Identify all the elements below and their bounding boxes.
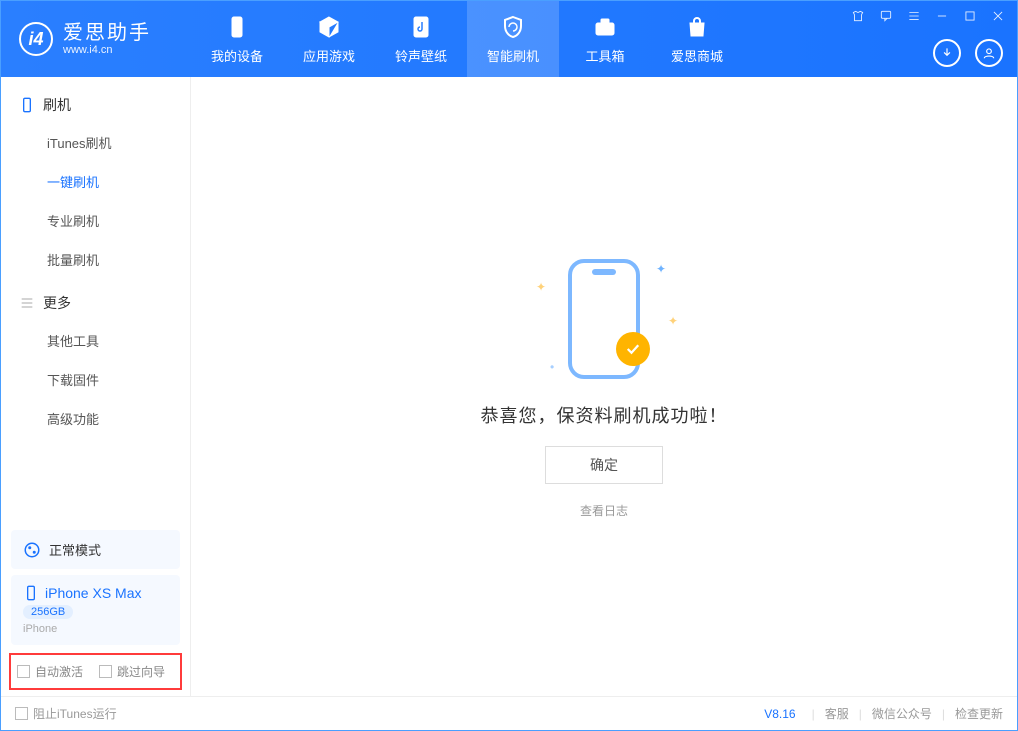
sparkle-icon: ✦ [536, 280, 546, 294]
cube-icon [316, 14, 342, 40]
app-logo: i4 爱思助手 www.i4.cn [1, 22, 191, 56]
checkbox-skip-guide[interactable]: 跳过向导 [99, 663, 165, 680]
sidebar: 刷机 iTunes刷机 一键刷机 专业刷机 批量刷机 更多 其他工具 下载固件 … [1, 77, 191, 696]
device-name-text: iPhone XS Max [45, 585, 142, 601]
phone-icon [224, 14, 250, 40]
nav-label: 爱思商城 [671, 46, 723, 65]
download-button[interactable] [933, 39, 961, 67]
sidebar-title: 刷机 [43, 95, 71, 115]
title-bar: i4 爱思助手 www.i4.cn 我的设备 应用游戏 铃声壁纸 智能刷机 工具… [1, 1, 1017, 77]
checkbox-label: 自动激活 [35, 663, 83, 680]
music-file-icon [408, 14, 434, 40]
sparkle-icon: ✦ [668, 314, 678, 328]
sidebar-item-download-firmware[interactable]: 下载固件 [1, 360, 190, 399]
sidebar-head-more: 更多 [1, 285, 190, 321]
menu-icon[interactable] [905, 7, 923, 25]
sparkle-icon: ✦ [656, 262, 666, 276]
nav-apps[interactable]: 应用游戏 [283, 1, 375, 77]
highlighted-checkbox-row: 自动激活 跳过向导 [9, 653, 182, 690]
ok-button[interactable]: 确定 [545, 446, 663, 484]
device-icon [23, 585, 39, 601]
footer-link-wechat[interactable]: 微信公众号 [872, 705, 932, 722]
account-button[interactable] [975, 39, 1003, 67]
maximize-icon[interactable] [961, 7, 979, 25]
window-controls [849, 7, 1007, 25]
shield-refresh-icon [500, 14, 526, 40]
minimize-icon[interactable] [933, 7, 951, 25]
nav-label: 工具箱 [585, 46, 624, 65]
view-log-link[interactable]: 查看日志 [580, 502, 628, 519]
version-label: V8.16 [764, 707, 795, 721]
sidebar-item-other-tools[interactable]: 其他工具 [1, 321, 190, 360]
close-icon[interactable] [989, 7, 1007, 25]
toolbox-icon [592, 14, 618, 40]
shirt-icon[interactable] [849, 7, 867, 25]
device-card[interactable]: iPhone XS Max 256GB iPhone [11, 575, 180, 645]
footer-link-update[interactable]: 检查更新 [955, 705, 1003, 722]
nav-label: 铃声壁纸 [395, 46, 447, 65]
nav-my-device[interactable]: 我的设备 [191, 1, 283, 77]
nav-toolbox[interactable]: 工具箱 [559, 1, 651, 77]
success-illustration: ✦ ✦ ✦ • [524, 254, 684, 384]
nav-label: 智能刷机 [487, 46, 539, 65]
sidebar-section-more: 更多 其他工具 下载固件 高级功能 [1, 285, 190, 438]
phone-outline-icon [19, 97, 35, 113]
mode-label: 正常模式 [49, 540, 101, 559]
checkbox-label: 跳过向导 [117, 663, 165, 680]
main-nav: 我的设备 应用游戏 铃声壁纸 智能刷机 工具箱 爱思商城 [191, 1, 743, 77]
sidebar-item-advanced[interactable]: 高级功能 [1, 399, 190, 438]
nav-flash[interactable]: 智能刷机 [467, 1, 559, 77]
nav-store[interactable]: 爱思商城 [651, 1, 743, 77]
checkbox-icon [17, 665, 30, 678]
mode-icon [23, 541, 41, 559]
nav-label: 应用游戏 [303, 46, 355, 65]
check-badge-icon [616, 332, 650, 366]
checkbox-label: 阻止iTunes运行 [33, 705, 117, 722]
sidebar-item-pro-flash[interactable]: 专业刷机 [1, 201, 190, 240]
main-content: ✦ ✦ ✦ • 恭喜您，保资料刷机成功啦！ 确定 查看日志 [191, 77, 1017, 696]
header-actions [933, 39, 1003, 67]
status-bar: 阻止iTunes运行 V8.16 | 客服 | 微信公众号 | 检查更新 [1, 696, 1017, 730]
device-type: iPhone [23, 623, 168, 635]
checkbox-icon [15, 707, 28, 720]
logo-icon: i4 [19, 22, 53, 56]
sidebar-title: 更多 [43, 293, 71, 313]
sidebar-item-itunes-flash[interactable]: iTunes刷机 [1, 123, 190, 162]
list-icon [19, 295, 35, 311]
sidebar-section-flash: 刷机 iTunes刷机 一键刷机 专业刷机 批量刷机 [1, 87, 190, 279]
app-title: 爱思助手 [63, 22, 151, 44]
success-message: 恭喜您，保资料刷机成功啦！ [481, 402, 728, 428]
bag-icon [684, 14, 710, 40]
checkbox-icon [99, 665, 112, 678]
footer-link-service[interactable]: 客服 [825, 705, 849, 722]
checkbox-block-itunes[interactable]: 阻止iTunes运行 [15, 705, 117, 722]
nav-label: 我的设备 [211, 46, 263, 65]
checkbox-auto-activate[interactable]: 自动激活 [17, 663, 83, 680]
sidebar-head-flash: 刷机 [1, 87, 190, 123]
feedback-icon[interactable] [877, 7, 895, 25]
sidebar-item-oneclick-flash[interactable]: 一键刷机 [1, 162, 190, 201]
app-subtitle: www.i4.cn [63, 44, 151, 56]
mode-card[interactable]: 正常模式 [11, 530, 180, 569]
nav-ringtones[interactable]: 铃声壁纸 [375, 1, 467, 77]
sparkle-icon: • [550, 360, 554, 374]
sidebar-item-batch-flash[interactable]: 批量刷机 [1, 240, 190, 279]
device-capacity: 256GB [23, 605, 73, 619]
